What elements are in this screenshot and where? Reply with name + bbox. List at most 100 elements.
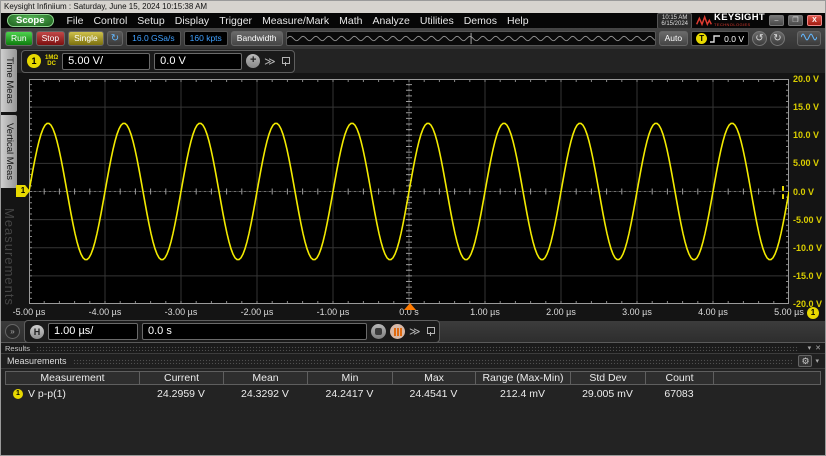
waveform-icon: [801, 32, 817, 42]
trigger-level-field[interactable]: T 0.0 V: [691, 31, 749, 46]
display-settings-button[interactable]: [797, 31, 821, 46]
column-header-max[interactable]: Max: [392, 371, 475, 385]
redo-button[interactable]: ↻: [770, 31, 785, 46]
trigger-auto-button[interactable]: Auto: [659, 31, 689, 46]
menu-item-help[interactable]: Help: [507, 15, 529, 27]
measurement-cell-min: 24.2417 V: [307, 388, 392, 400]
channel1-badge[interactable]: 1: [27, 54, 41, 68]
overview-sine-icon: [287, 32, 655, 45]
os-title-text: Keysight Infiniium : Saturday, June 15, …: [4, 2, 207, 11]
waveform-display[interactable]: [29, 79, 789, 304]
sample-rate-field[interactable]: 16.0 GSa/s: [126, 31, 181, 46]
refresh-icon: ↻: [111, 33, 119, 44]
measurement-cell-std_dev: 29.005 mV: [570, 388, 645, 400]
measurement-cell-max: 24.4541 V: [392, 388, 475, 400]
trigger-level-marker[interactable]: [782, 186, 784, 199]
menu-bar: Scope File Control Setup Display Trigger Meas…: [1, 13, 825, 28]
clear-display-button[interactable]: ↻: [107, 31, 123, 46]
menu-item-control[interactable]: Control: [93, 15, 127, 27]
voltage-tick-label: -15.0 V: [793, 271, 822, 281]
memory-depth-field[interactable]: 160 kpts: [184, 31, 228, 46]
results-title: Results: [5, 344, 30, 353]
clock-date: 6/15/2024: [661, 21, 688, 27]
horizontal-expand-chevron-icon[interactable]: ≫: [409, 325, 421, 338]
column-header-min[interactable]: Min: [307, 371, 392, 385]
pin-icon[interactable]: [282, 57, 289, 66]
infiniium-app-window: Keysight Infiniium : Saturday, June 15, …: [0, 0, 826, 456]
horizontal-pin-icon[interactable]: [427, 327, 434, 336]
channel1-axis-badge[interactable]: 1: [807, 307, 819, 319]
vertical-scale-input[interactable]: 5.00 V/: [62, 53, 150, 70]
menu-item-setup[interactable]: Setup: [137, 15, 164, 27]
measurements-watermark: Measurements: [2, 208, 17, 306]
menu-item-file[interactable]: File: [67, 15, 84, 27]
left-tab-strip: Time Meas Vertical Meas: [1, 49, 18, 191]
scope-menu-button[interactable]: Scope: [7, 14, 54, 27]
run-button[interactable]: Run: [5, 31, 33, 46]
column-header-current[interactable]: Current: [139, 371, 223, 385]
timebase-position-input[interactable]: 0.0 s: [142, 323, 367, 340]
column-header-range-max-min-[interactable]: Range (Max-Min): [475, 371, 570, 385]
horizontal-controls: H 1.00 µs/ 0.0 s ≫: [24, 320, 440, 343]
voltage-tick-label: 5.00 V: [793, 158, 819, 168]
add-channel-button[interactable]: +: [246, 54, 260, 68]
minimize-button[interactable]: –: [769, 15, 784, 26]
time-tick-label: -4.00 µs: [89, 307, 122, 317]
channel-expand-chevron-icon[interactable]: ≫: [264, 55, 276, 68]
column-header-measurement[interactable]: Measurement: [5, 371, 139, 385]
waveform-area: Time MeasVertical Meas Measurements 20.0…: [1, 73, 825, 321]
column-header-std-dev[interactable]: Std Dev: [570, 371, 645, 385]
time-tick-label: -2.00 µs: [241, 307, 274, 317]
tab-time-meas[interactable]: Time Meas: [1, 49, 17, 112]
voltage-tick-label: 0.0 V: [793, 187, 814, 197]
bandwidth-button[interactable]: Bandwidth: [231, 31, 283, 46]
os-titlebar: Keysight Infiniium : Saturday, June 15, …: [1, 1, 825, 13]
vertical-offset-input[interactable]: 0.0 V: [154, 53, 242, 70]
menu-item-math[interactable]: Math: [339, 15, 362, 27]
clock-button[interactable]: 10:15 AM 6/15/2024: [657, 13, 692, 29]
results-titlebar-texture: [36, 346, 798, 351]
single-button[interactable]: Single: [68, 31, 104, 46]
results-titlebar[interactable]: Results ▾ ✕: [1, 343, 825, 354]
voltage-tick-label: -5.00 V: [793, 215, 822, 225]
measurement-cell-name: 1V p-p(1): [5, 388, 139, 400]
tab-vertical-meas[interactable]: Vertical Meas: [1, 115, 17, 188]
expand-controls-button[interactable]: »: [5, 324, 20, 339]
close-button[interactable]: X: [807, 15, 822, 26]
coupling-label: DC: [45, 61, 58, 67]
time-tick-label: 5.00 µs: [774, 307, 804, 317]
menu-items: File Control Setup Display Trigger Measure/Ma…: [62, 15, 534, 27]
voltage-tick-label: -10.0 V: [793, 243, 822, 253]
menu-item-trigger[interactable]: Trigger: [219, 15, 252, 27]
measurement-cell-current: 24.2959 V: [139, 388, 223, 400]
channel1-coupling[interactable]: 1MΩ DC: [45, 55, 58, 67]
measurement-row[interactable]: 1V p-p(1)24.2959 V24.3292 V24.2417 V24.4…: [5, 385, 821, 402]
channel1-ground-marker[interactable]: 1: [16, 185, 30, 197]
menu-item-utilities[interactable]: Utilities: [420, 15, 454, 27]
trigger-position-marker[interactable]: [404, 303, 416, 310]
menu-item-analyze[interactable]: Analyze: [373, 15, 410, 27]
column-header-filler: [713, 371, 821, 385]
time-tick-label: 1.00 µs: [470, 307, 500, 317]
waveform-overview-bar[interactable]: [286, 31, 656, 46]
segmented-acquisition-button[interactable]: [390, 324, 405, 339]
measurements-settings-button[interactable]: ⚙: [798, 355, 812, 367]
results-minimize-icon[interactable]: ▾: [808, 344, 812, 352]
undo-button[interactable]: ↺: [752, 31, 767, 46]
menu-item-demos[interactable]: Demos: [464, 15, 497, 27]
zoom-mode-button[interactable]: [371, 324, 386, 339]
results-close-icon[interactable]: ✕: [815, 344, 821, 352]
measurements-titlebar[interactable]: Measurements ⚙ ▾: [1, 354, 825, 369]
time-tick-label: -5.00 µs: [13, 307, 46, 317]
horizontal-badge[interactable]: H: [30, 325, 44, 339]
menu-item-display[interactable]: Display: [175, 15, 209, 27]
stop-button[interactable]: Stop: [36, 31, 66, 46]
measurements-caret-icon[interactable]: ▾: [815, 357, 819, 365]
column-header-mean[interactable]: Mean: [223, 371, 307, 385]
redo-icon: ↻: [773, 33, 781, 44]
timebase-scale-input[interactable]: 1.00 µs/: [48, 323, 138, 340]
menu-item-measure-mark[interactable]: Measure/Mark: [262, 15, 329, 27]
time-tick-label: 2.00 µs: [546, 307, 576, 317]
restore-button[interactable]: ❐: [788, 15, 803, 26]
column-header-count[interactable]: Count: [645, 371, 713, 385]
